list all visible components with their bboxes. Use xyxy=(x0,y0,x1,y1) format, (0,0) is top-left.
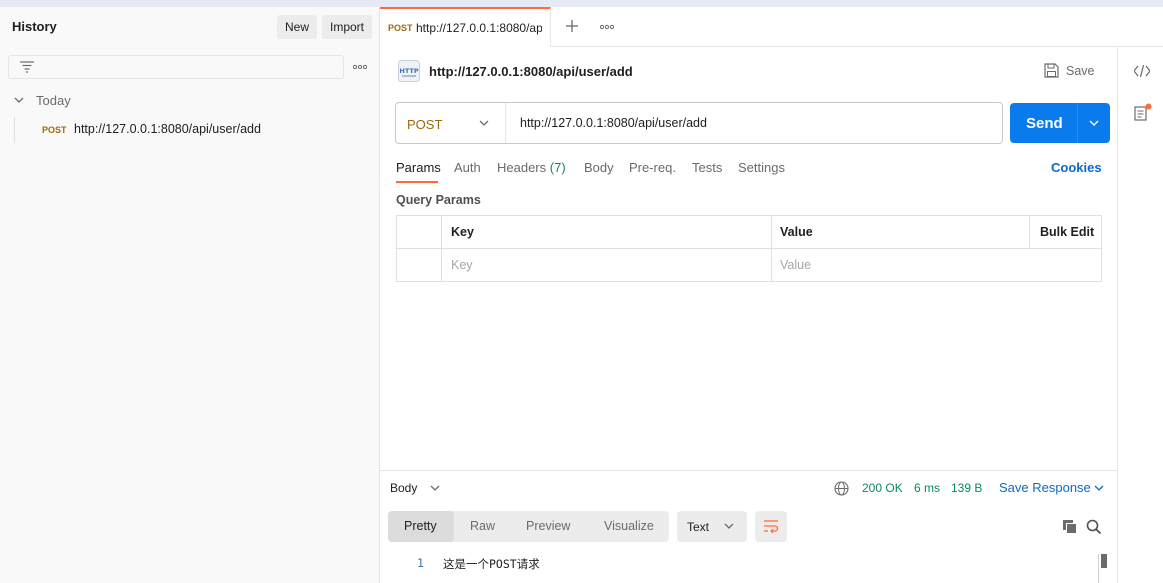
send-button[interactable]: Send xyxy=(1010,103,1110,143)
tab-prereq[interactable]: Pre-req. xyxy=(629,160,676,175)
request-tab-bar: POST http://127.0.0.1:8080/api/user/add xyxy=(380,7,1163,47)
http-icon: HTTP xyxy=(398,60,420,82)
search-icon[interactable] xyxy=(1086,519,1102,535)
chevron-down-icon[interactable] xyxy=(1089,120,1099,127)
method-select[interactable]: POST xyxy=(396,103,506,143)
chevron-down-icon xyxy=(14,97,24,103)
method-select-label: POST xyxy=(407,117,443,132)
filter-icon xyxy=(20,61,34,73)
wrap-icon xyxy=(764,520,779,533)
response-view-toggle: Pretty Raw Preview Visualize xyxy=(388,511,669,542)
view-preview[interactable]: Preview xyxy=(526,519,570,533)
scrollbar-thumb[interactable] xyxy=(1101,554,1107,568)
code-icon[interactable] xyxy=(1134,65,1150,77)
svg-text:HTTP: HTTP xyxy=(399,67,418,75)
response-size[interactable]: 139 B xyxy=(951,481,982,495)
line-number: 1 xyxy=(417,556,424,570)
more-options-icon[interactable] xyxy=(353,64,367,70)
view-visualize[interactable]: Visualize xyxy=(604,519,654,533)
response-body-select[interactable]: Body xyxy=(390,481,417,495)
import-button[interactable]: Import xyxy=(322,15,373,39)
send-label: Send xyxy=(1026,115,1063,132)
response-code-view[interactable]: 1 这是一个POST请求 xyxy=(388,553,1109,583)
response-time[interactable]: 6 ms xyxy=(914,481,940,495)
url-bar: POST http://127.0.0.1:8080/api/user/add xyxy=(395,102,1003,144)
query-params-heading: Query Params xyxy=(396,193,481,207)
chevron-down-icon[interactable] xyxy=(1094,485,1104,492)
wrap-lines-button[interactable] xyxy=(755,511,787,542)
code-line: 这是一个POST请求 xyxy=(443,557,540,571)
format-select[interactable]: Text xyxy=(677,511,747,542)
tab-body[interactable]: Body xyxy=(584,160,614,175)
history-filter-input[interactable] xyxy=(8,55,344,79)
response-body-label: Body xyxy=(390,481,418,495)
sidebar-header: History New Import xyxy=(0,7,379,47)
history-item-method: POST xyxy=(42,125,67,135)
copy-icon[interactable] xyxy=(1062,519,1078,535)
chevron-down-icon xyxy=(479,120,489,126)
format-label: Text xyxy=(687,520,710,534)
cookies-link[interactable]: Cookies xyxy=(1051,160,1102,175)
save-response-button[interactable]: Save Response xyxy=(999,480,1091,495)
column-divider xyxy=(1029,216,1030,248)
response-scrollbar[interactable] xyxy=(1098,554,1108,583)
key-column-header: Key xyxy=(451,225,474,239)
right-rail xyxy=(1117,47,1163,583)
view-raw[interactable]: Raw xyxy=(470,519,495,533)
view-pretty[interactable]: Pretty xyxy=(404,519,437,533)
column-divider xyxy=(441,216,442,281)
tab-settings[interactable]: Settings xyxy=(738,160,785,175)
send-divider xyxy=(1077,103,1078,143)
tab-headers[interactable]: Headers (7) xyxy=(497,160,566,175)
tab-params[interactable]: Params xyxy=(396,160,441,175)
chevron-down-icon xyxy=(724,523,734,529)
plus-icon[interactable] xyxy=(566,20,578,32)
save-button[interactable]: Save xyxy=(1066,64,1095,78)
globe-icon[interactable] xyxy=(834,481,849,496)
active-tab-indicator xyxy=(396,181,438,183)
tab-request[interactable]: POST http://127.0.0.1:8080/api/user/add xyxy=(380,7,551,47)
chevron-down-icon[interactable] xyxy=(430,485,440,492)
save-icon[interactable] xyxy=(1044,63,1059,78)
value-column-header: Value xyxy=(780,225,813,239)
request-title[interactable]: http://127.0.0.1:8080/api/user/add xyxy=(429,64,633,79)
query-params-table: Key Value Bulk Edit Key Value xyxy=(396,215,1102,282)
response-panel: Body 200 OK 6 ms 139 B Save Response Pre… xyxy=(380,470,1117,583)
value-input[interactable]: Value xyxy=(780,258,811,272)
sidebar-title: History xyxy=(12,19,57,34)
column-divider xyxy=(771,216,772,281)
url-input[interactable]: http://127.0.0.1:8080/api/user/add xyxy=(520,116,707,130)
history-sidebar: History New Import Today POST http://127… xyxy=(0,7,380,583)
table-header-row: Key Value Bulk Edit xyxy=(397,216,1101,249)
tab-headers-label: Headers xyxy=(497,160,547,175)
new-button[interactable]: New xyxy=(277,15,318,39)
key-input[interactable]: Key xyxy=(451,258,473,272)
tab-method: POST xyxy=(388,23,413,33)
window-top-strip xyxy=(0,0,1163,7)
tab-auth[interactable]: Auth xyxy=(454,160,481,175)
status-code[interactable]: 200 OK xyxy=(862,481,903,495)
history-item-url: http://127.0.0.1:8080/api/user/add xyxy=(74,122,261,136)
documentation-icon[interactable] xyxy=(1134,103,1152,121)
history-item[interactable]: POST http://127.0.0.1:8080/api/user/add xyxy=(14,117,374,143)
tab-options-icon[interactable] xyxy=(600,24,614,30)
tab-url: http://127.0.0.1:8080/api/user/add xyxy=(416,21,542,35)
group-label: Today xyxy=(36,93,71,108)
headers-count: (7) xyxy=(549,160,566,175)
bulk-edit-button[interactable]: Bulk Edit xyxy=(1040,225,1094,239)
tab-tests[interactable]: Tests xyxy=(692,160,722,175)
table-row: Key Value xyxy=(397,249,1101,282)
